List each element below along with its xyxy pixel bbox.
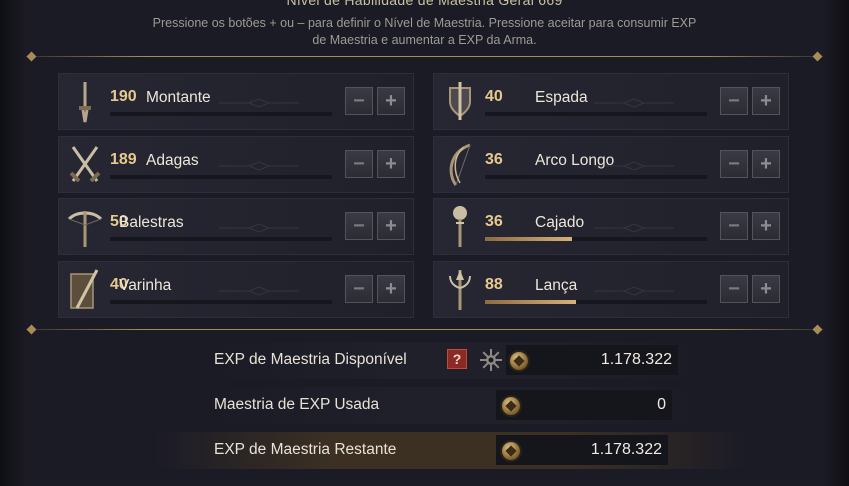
weapon-name: Balestras [119, 214, 184, 231]
decrease-level-button[interactable]: − [720, 87, 748, 115]
weapon-name: Adagas [146, 152, 199, 169]
frame-left [0, 0, 26, 486]
weapon-level: 190 [110, 88, 137, 105]
weapon-exp-bar [110, 237, 332, 241]
remaining-exp-label: EXP de Maestria Restante [214, 441, 397, 458]
decorative-chain-icon [594, 161, 674, 171]
remaining-exp-row: EXP de Maestria Restante 1.178.322 [156, 432, 746, 469]
sword-shield-icon [449, 82, 471, 120]
used-exp-row: Maestria de EXP Usada 0 [210, 387, 698, 424]
weapon-card-adagas: 189 Adagas − + [58, 136, 414, 193]
mastery-exp-coin-icon [502, 397, 520, 415]
mastery-gear-icon [480, 349, 502, 371]
decrease-level-button[interactable]: − [720, 212, 748, 240]
weapon-exp-bar-fill [485, 300, 577, 304]
weapon-exp-bar [110, 112, 332, 116]
increase-level-button[interactable]: + [377, 275, 405, 303]
weapon-card-montante: 190 Montante − + [58, 73, 414, 130]
bottom-divider [26, 329, 823, 330]
weapon-name: Espada [535, 89, 588, 106]
weapon-card-arco-longo: 36 Arco Longo − + [433, 136, 789, 193]
weapon-level: 36 [485, 213, 503, 230]
increase-level-button[interactable]: + [752, 87, 780, 115]
weapon-level: 189 [110, 151, 137, 168]
decorative-chain-icon [594, 98, 674, 108]
weapon-exp-bar [485, 237, 707, 241]
help-icon[interactable]: ? [447, 349, 467, 369]
increase-level-button[interactable]: + [752, 275, 780, 303]
available-exp-value: 1.178.322 [600, 351, 672, 368]
mastery-exp-coin-icon [502, 442, 520, 460]
remaining-exp-value: 1.178.322 [590, 441, 662, 458]
available-exp-label: EXP de Maestria Disponível [214, 351, 407, 368]
used-exp-label: Maestria de EXP Usada [214, 396, 380, 413]
instructions-line-1: Pressione os botões + ou – para definir … [152, 16, 697, 30]
decrease-level-button[interactable]: − [345, 150, 373, 178]
instructions-text: Pressione os botões + ou – para definir … [106, 15, 743, 49]
decrease-level-button[interactable]: − [345, 87, 373, 115]
weapon-name: Lança [535, 277, 578, 294]
frame-right [823, 0, 849, 486]
top-divider [26, 56, 823, 57]
decorative-chain-icon [219, 98, 299, 108]
increase-level-button[interactable]: + [752, 212, 780, 240]
mastery-exp-coin-icon [510, 352, 528, 370]
used-exp-box [496, 390, 672, 420]
increase-level-button[interactable]: + [377, 87, 405, 115]
decrease-level-button[interactable]: − [720, 150, 748, 178]
increase-level-button[interactable]: + [377, 212, 405, 240]
staff-icon [453, 206, 467, 247]
weapon-card-balestras: 50 Balestras − + [58, 198, 414, 255]
decrease-level-button[interactable]: − [345, 212, 373, 240]
weapon-exp-bar-fill [485, 237, 572, 241]
decorative-chain-icon [219, 286, 299, 296]
longbow-icon [449, 143, 471, 186]
instructions-line-2: de Maestria e aumentar a EXP da Arma. [312, 33, 537, 47]
available-exp-row: EXP de Maestria Disponível ? 1.178.322 [210, 342, 698, 379]
crossbow-icon [67, 211, 103, 247]
weapon-card-espada: 40 Espada − + [433, 73, 789, 130]
weapon-card-cajado: 36 Cajado − + [433, 198, 789, 255]
weapon-card-lança: 88 Lança − + [433, 261, 789, 318]
weapon-exp-bar [485, 112, 707, 116]
decorative-chain-icon [594, 223, 674, 233]
weapon-exp-bar [485, 300, 707, 304]
increase-level-button[interactable]: + [377, 150, 405, 178]
weapon-exp-bar [485, 175, 707, 179]
wand-icon [70, 269, 99, 309]
decorative-chain-icon [594, 286, 674, 296]
decorative-chain-icon [219, 161, 299, 171]
used-exp-value: 0 [657, 396, 666, 413]
weapon-name: Varinha [119, 277, 172, 294]
weapon-level: 40 [485, 88, 503, 105]
weapon-card-varinha: 40 Varinha − + [58, 261, 414, 318]
weapon-name: Montante [146, 89, 211, 106]
increase-level-button[interactable]: + [752, 150, 780, 178]
weapon-exp-bar [110, 175, 332, 179]
decorative-chain-icon [219, 223, 299, 233]
weapon-name: Cajado [535, 214, 585, 231]
weapon-exp-bar [110, 300, 332, 304]
weapon-level: 36 [485, 151, 503, 168]
decrease-level-button[interactable]: − [720, 275, 748, 303]
spear-icon [449, 270, 471, 310]
dual-daggers-icon [69, 146, 101, 183]
weapon-level: 88 [485, 276, 503, 293]
decrease-level-button[interactable]: − [345, 275, 373, 303]
mastery-panel: Nível de Habilidade de Maestria Geral 66… [26, 0, 823, 486]
mastery-level-title: Nível de Habilidade de Maestria Geral 66… [286, 0, 563, 8]
greatsword-icon [79, 82, 91, 123]
